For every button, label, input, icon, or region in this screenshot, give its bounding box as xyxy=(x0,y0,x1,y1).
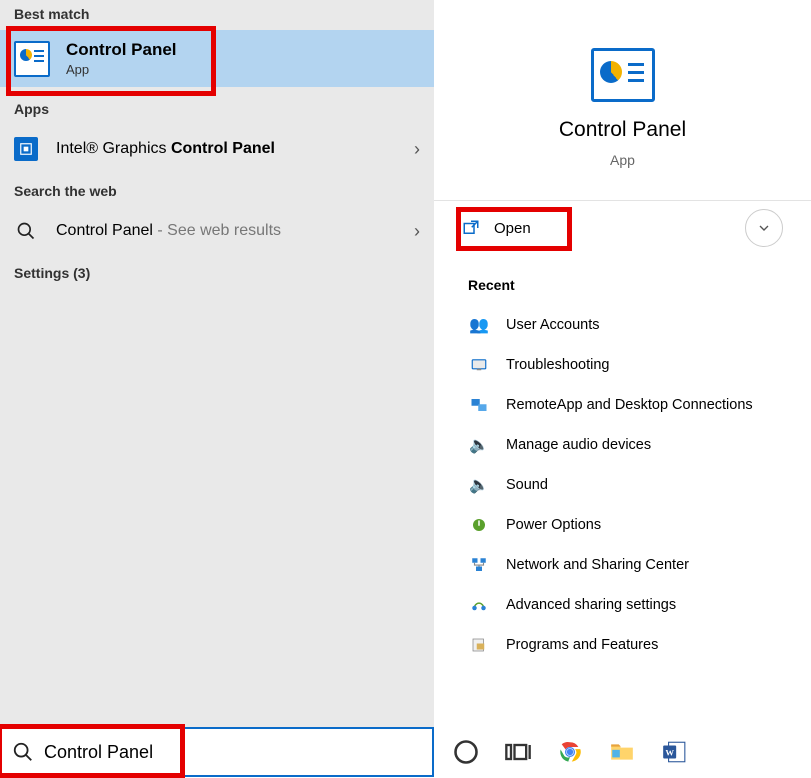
network-icon xyxy=(468,554,490,576)
best-match-title: Control Panel xyxy=(66,40,177,60)
recent-item-label: RemoteApp and Desktop Connections xyxy=(506,397,753,413)
control-panel-icon xyxy=(14,41,50,77)
app-result-intel-graphics[interactable]: Intel® Graphics Control Panel › xyxy=(0,125,434,173)
search-input[interactable] xyxy=(44,742,422,763)
section-settings: Settings (3) xyxy=(0,255,434,289)
troubleshooting-icon xyxy=(468,354,490,376)
best-match-subtitle: App xyxy=(66,62,177,77)
speaker-icon: 🔈 xyxy=(468,474,490,496)
task-view-icon[interactable] xyxy=(504,738,532,766)
hero: Control Panel App xyxy=(434,0,811,200)
actions-row: Open xyxy=(434,201,811,255)
section-apps: Apps xyxy=(0,87,434,125)
remoteapp-icon xyxy=(468,394,490,416)
section-best-match: Best match xyxy=(0,0,434,30)
app-result-label: Intel® Graphics Control Panel xyxy=(56,140,275,158)
recent-item-label: Advanced sharing settings xyxy=(506,597,676,613)
recent-item-sharing[interactable]: Advanced sharing settings xyxy=(462,585,783,625)
section-search-web: Search the web xyxy=(0,173,434,207)
expand-button[interactable] xyxy=(745,209,783,247)
recent-item-programs[interactable]: Programs and Features xyxy=(462,625,783,665)
chrome-icon[interactable] xyxy=(556,738,584,766)
web-result-control-panel[interactable]: Control Panel - See web results › xyxy=(0,207,434,255)
search-results-panel: Best match Control Panel App Apps Intel®… xyxy=(0,0,434,777)
recent-item-label: Troubleshooting xyxy=(506,357,609,373)
recent-item-audio[interactable]: 🔈 Manage audio devices xyxy=(462,425,783,465)
cortana-icon[interactable] xyxy=(452,738,480,766)
recent-item-troubleshooting[interactable]: Troubleshooting xyxy=(462,345,783,385)
word-icon[interactable]: W xyxy=(660,738,688,766)
open-icon xyxy=(462,219,480,237)
recent-item-remoteapp[interactable]: RemoteApp and Desktop Connections xyxy=(462,385,783,425)
recent-item-label: User Accounts xyxy=(506,317,600,333)
recent-item-label: Manage audio devices xyxy=(506,437,651,453)
recent-item-power[interactable]: Power Options xyxy=(462,505,783,545)
svg-text:W: W xyxy=(665,747,674,757)
power-icon xyxy=(468,514,490,536)
recent-item-user-accounts[interactable]: 👥 User Accounts xyxy=(462,305,783,345)
best-match-result[interactable]: Control Panel App xyxy=(0,30,434,87)
control-panel-icon xyxy=(591,48,655,102)
chevron-right-icon: › xyxy=(414,139,420,160)
open-action[interactable]: Open xyxy=(494,220,531,237)
recent-item-network[interactable]: Network and Sharing Center xyxy=(462,545,783,585)
sharing-icon xyxy=(468,594,490,616)
recent-item-sound[interactable]: 🔈 Sound xyxy=(462,465,783,505)
web-result-label: Control Panel - See web results xyxy=(56,222,281,240)
recent-item-label: Programs and Features xyxy=(506,637,658,653)
recent-header: Recent xyxy=(468,277,783,293)
chevron-right-icon: › xyxy=(414,221,420,242)
speaker-icon: 🔈 xyxy=(468,434,490,456)
hero-subtitle: App xyxy=(610,152,635,168)
intel-graphics-icon xyxy=(14,137,38,161)
recent-item-label: Power Options xyxy=(506,517,601,533)
search-box[interactable] xyxy=(0,727,434,777)
recent-item-label: Sound xyxy=(506,477,548,493)
recent-block: Recent 👥 User Accounts Troubleshooting R… xyxy=(434,255,811,665)
search-icon xyxy=(14,219,38,243)
search-icon xyxy=(12,741,34,763)
taskbar: W xyxy=(434,727,811,777)
file-explorer-icon[interactable] xyxy=(608,738,636,766)
hero-title: Control Panel xyxy=(559,118,686,142)
user-accounts-icon: 👥 xyxy=(468,314,490,336)
details-panel: Control Panel App Open Recent 👥 User Acc… xyxy=(434,0,811,777)
programs-icon xyxy=(468,634,490,656)
recent-item-label: Network and Sharing Center xyxy=(506,557,689,573)
